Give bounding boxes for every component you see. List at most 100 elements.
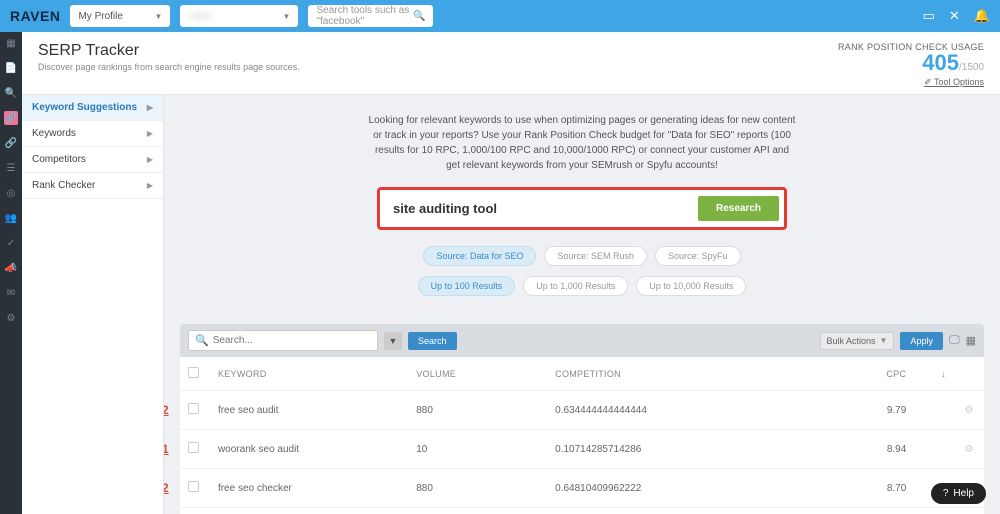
table-toolbar: 🔍 ▼ Search Bulk Actions ▼ Apply 🖵	[180, 324, 984, 357]
research-button[interactable]: Research	[698, 196, 779, 221]
sidebar-item-rank-checker[interactable]: Rank Checker ▶	[22, 173, 163, 199]
pill-10000-results[interactable]: Up to 10,000 Results	[636, 276, 746, 296]
sidebar-item-competitors[interactable]: Competitors ▶	[22, 147, 163, 173]
domain-select-label: .com	[188, 11, 210, 22]
pill-source-spyfu[interactable]: Source: SpyFu	[655, 246, 741, 266]
tool-options-link[interactable]: ✐ Tool Options	[838, 77, 984, 88]
help-button[interactable]: ? Help	[931, 483, 986, 504]
table-search[interactable]: 🔍	[188, 330, 378, 351]
col-volume[interactable]: VOLUME	[408, 357, 547, 391]
rank-badge: 2	[164, 481, 169, 495]
chevron-right-icon: ▶	[147, 103, 153, 112]
pill-source-data-for-seo[interactable]: Source: Data for SEO	[423, 246, 536, 266]
rail-link2-icon[interactable]: 🔗	[4, 136, 18, 150]
rail-dashboard-icon[interactable]: ▦	[4, 36, 18, 50]
row-checkbox[interactable]	[188, 403, 199, 414]
left-rail: ▦ 📄 🔍 🔗 🔗 ☰ ◎ 👥 ✓ 📣 ✉ ⚙	[0, 32, 22, 514]
search-icon: 🔍	[195, 334, 209, 347]
page-subtitle: Discover page rankings from search engin…	[38, 62, 300, 72]
cell-competition: 0.634444444444444	[547, 391, 825, 430]
cell-volume: 880	[408, 391, 547, 430]
apply-button[interactable]: Apply	[900, 332, 943, 350]
intro-text: Looking for relevant keywords to use whe…	[367, 113, 797, 173]
domain-select[interactable]: .com ▼	[180, 5, 298, 27]
filter-icon[interactable]: ▼	[384, 332, 402, 350]
rail-file-icon[interactable]: 📄	[4, 61, 18, 75]
stats-icon[interactable]: ✕	[949, 8, 960, 24]
global-search[interactable]: Search tools such as "facebook" 🔍	[308, 5, 433, 27]
cell-cpc: 8.94	[825, 430, 914, 469]
chevron-down-icon: ▼	[155, 12, 163, 21]
table-row[interactable]: 2free seo checker8800.648104099622228.70…	[180, 469, 984, 508]
table-search-input[interactable]	[213, 335, 371, 346]
table-row[interactable]: 4seo review tools3900.09817030260388.40⚙	[180, 508, 984, 514]
topbar-actions: ▭ ✕ 🔔	[923, 8, 990, 24]
table-search-button[interactable]: Search	[408, 332, 457, 350]
bell-icon[interactable]: 🔔	[974, 8, 990, 24]
bulk-actions-select[interactable]: Bulk Actions ▼	[820, 332, 895, 350]
usage-value: 405	[922, 50, 959, 75]
top-bar: RAVEN My Profile ▼ .com ▼ Search tools s…	[0, 0, 1000, 32]
cell-cpc: 9.79	[825, 391, 914, 430]
pill-100-results[interactable]: Up to 100 Results	[418, 276, 516, 296]
page-header: SERP Tracker Discover page rankings from…	[22, 32, 1000, 95]
help-icon: ?	[943, 488, 949, 499]
rail-users-icon[interactable]: 👥	[4, 211, 18, 225]
profile-select[interactable]: My Profile ▼	[70, 5, 170, 27]
usage-total: /1500	[959, 62, 984, 73]
wrench-icon: ✐	[924, 77, 932, 87]
rail-target-icon[interactable]: ◎	[4, 186, 18, 200]
select-all-checkbox[interactable]	[188, 367, 199, 378]
rail-mail-icon[interactable]: ✉	[4, 286, 18, 300]
rail-check-icon[interactable]: ✓	[4, 236, 18, 250]
col-sort[interactable]: ↓	[914, 357, 954, 391]
logo: RAVEN	[10, 8, 60, 24]
chevron-right-icon: ▶	[147, 155, 153, 164]
rank-badge: 2	[164, 403, 169, 417]
sidebar-item-label: Rank Checker	[32, 180, 95, 191]
col-keyword[interactable]: KEYWORD	[210, 357, 408, 391]
col-competition[interactable]: COMPETITION	[547, 357, 825, 391]
rail-gear-icon[interactable]: ⚙	[4, 311, 18, 325]
search-icon: 🔍	[413, 11, 425, 22]
page-title: SERP Tracker	[38, 42, 300, 60]
pill-source-sem-rush[interactable]: Source: SEM Rush	[544, 246, 647, 266]
sidebar: Keyword Suggestions ▶ Keywords ▶ Competi…	[22, 95, 164, 514]
columns-icon[interactable]: ▦	[966, 334, 976, 347]
row-gear-icon[interactable]: ⚙	[954, 430, 984, 469]
row-checkbox[interactable]	[188, 442, 199, 453]
results-table: 🔍 ▼ Search Bulk Actions ▼ Apply 🖵	[180, 324, 984, 514]
sidebar-item-keywords[interactable]: Keywords ▶	[22, 121, 163, 147]
sidebar-item-label: Keyword Suggestions	[32, 102, 137, 113]
research-input[interactable]	[385, 195, 698, 222]
chevron-right-icon: ▶	[147, 129, 153, 138]
chevron-down-icon: ▼	[283, 12, 291, 21]
research-box: Research	[377, 187, 787, 230]
cell-volume: 390	[408, 508, 547, 514]
page-content: Looking for relevant keywords to use whe…	[164, 95, 1000, 514]
source-pills: Source: Data for SEO Source: SEM Rush So…	[180, 246, 984, 266]
rail-link-icon[interactable]: 🔗	[4, 111, 18, 125]
row-checkbox[interactable]	[188, 481, 199, 492]
row-gear-icon[interactable]: ⚙	[954, 508, 984, 514]
cell-keyword: woorank seo audit	[210, 430, 408, 469]
cell-competition: 0.0981703026038	[547, 508, 825, 514]
pill-1000-results[interactable]: Up to 1,000 Results	[523, 276, 628, 296]
table-row[interactable]: 1woorank seo audit100.107142857142868.94…	[180, 430, 984, 469]
cell-keyword: free seo audit	[210, 391, 408, 430]
rank-badge: 1	[164, 442, 169, 456]
rail-announce-icon[interactable]: 📣	[4, 261, 18, 275]
result-pills: Up to 100 Results Up to 1,000 Results Up…	[180, 276, 984, 296]
cell-volume: 10	[408, 430, 547, 469]
cell-competition: 0.10714285714286	[547, 430, 825, 469]
profile-select-label: My Profile	[78, 11, 122, 22]
rail-search-icon[interactable]: 🔍	[4, 86, 18, 100]
col-cpc[interactable]: CPC	[825, 357, 914, 391]
row-gear-icon[interactable]: ⚙	[954, 391, 984, 430]
table-row[interactable]: 2free seo audit8800.6344444444444449.79⚙	[180, 391, 984, 430]
rail-bars-icon[interactable]: ☰	[4, 161, 18, 175]
sidebar-item-label: Keywords	[32, 128, 76, 139]
display-icon[interactable]: 🖵	[949, 334, 960, 347]
card-icon[interactable]: ▭	[923, 8, 935, 24]
sidebar-item-keyword-suggestions[interactable]: Keyword Suggestions ▶	[22, 95, 163, 121]
